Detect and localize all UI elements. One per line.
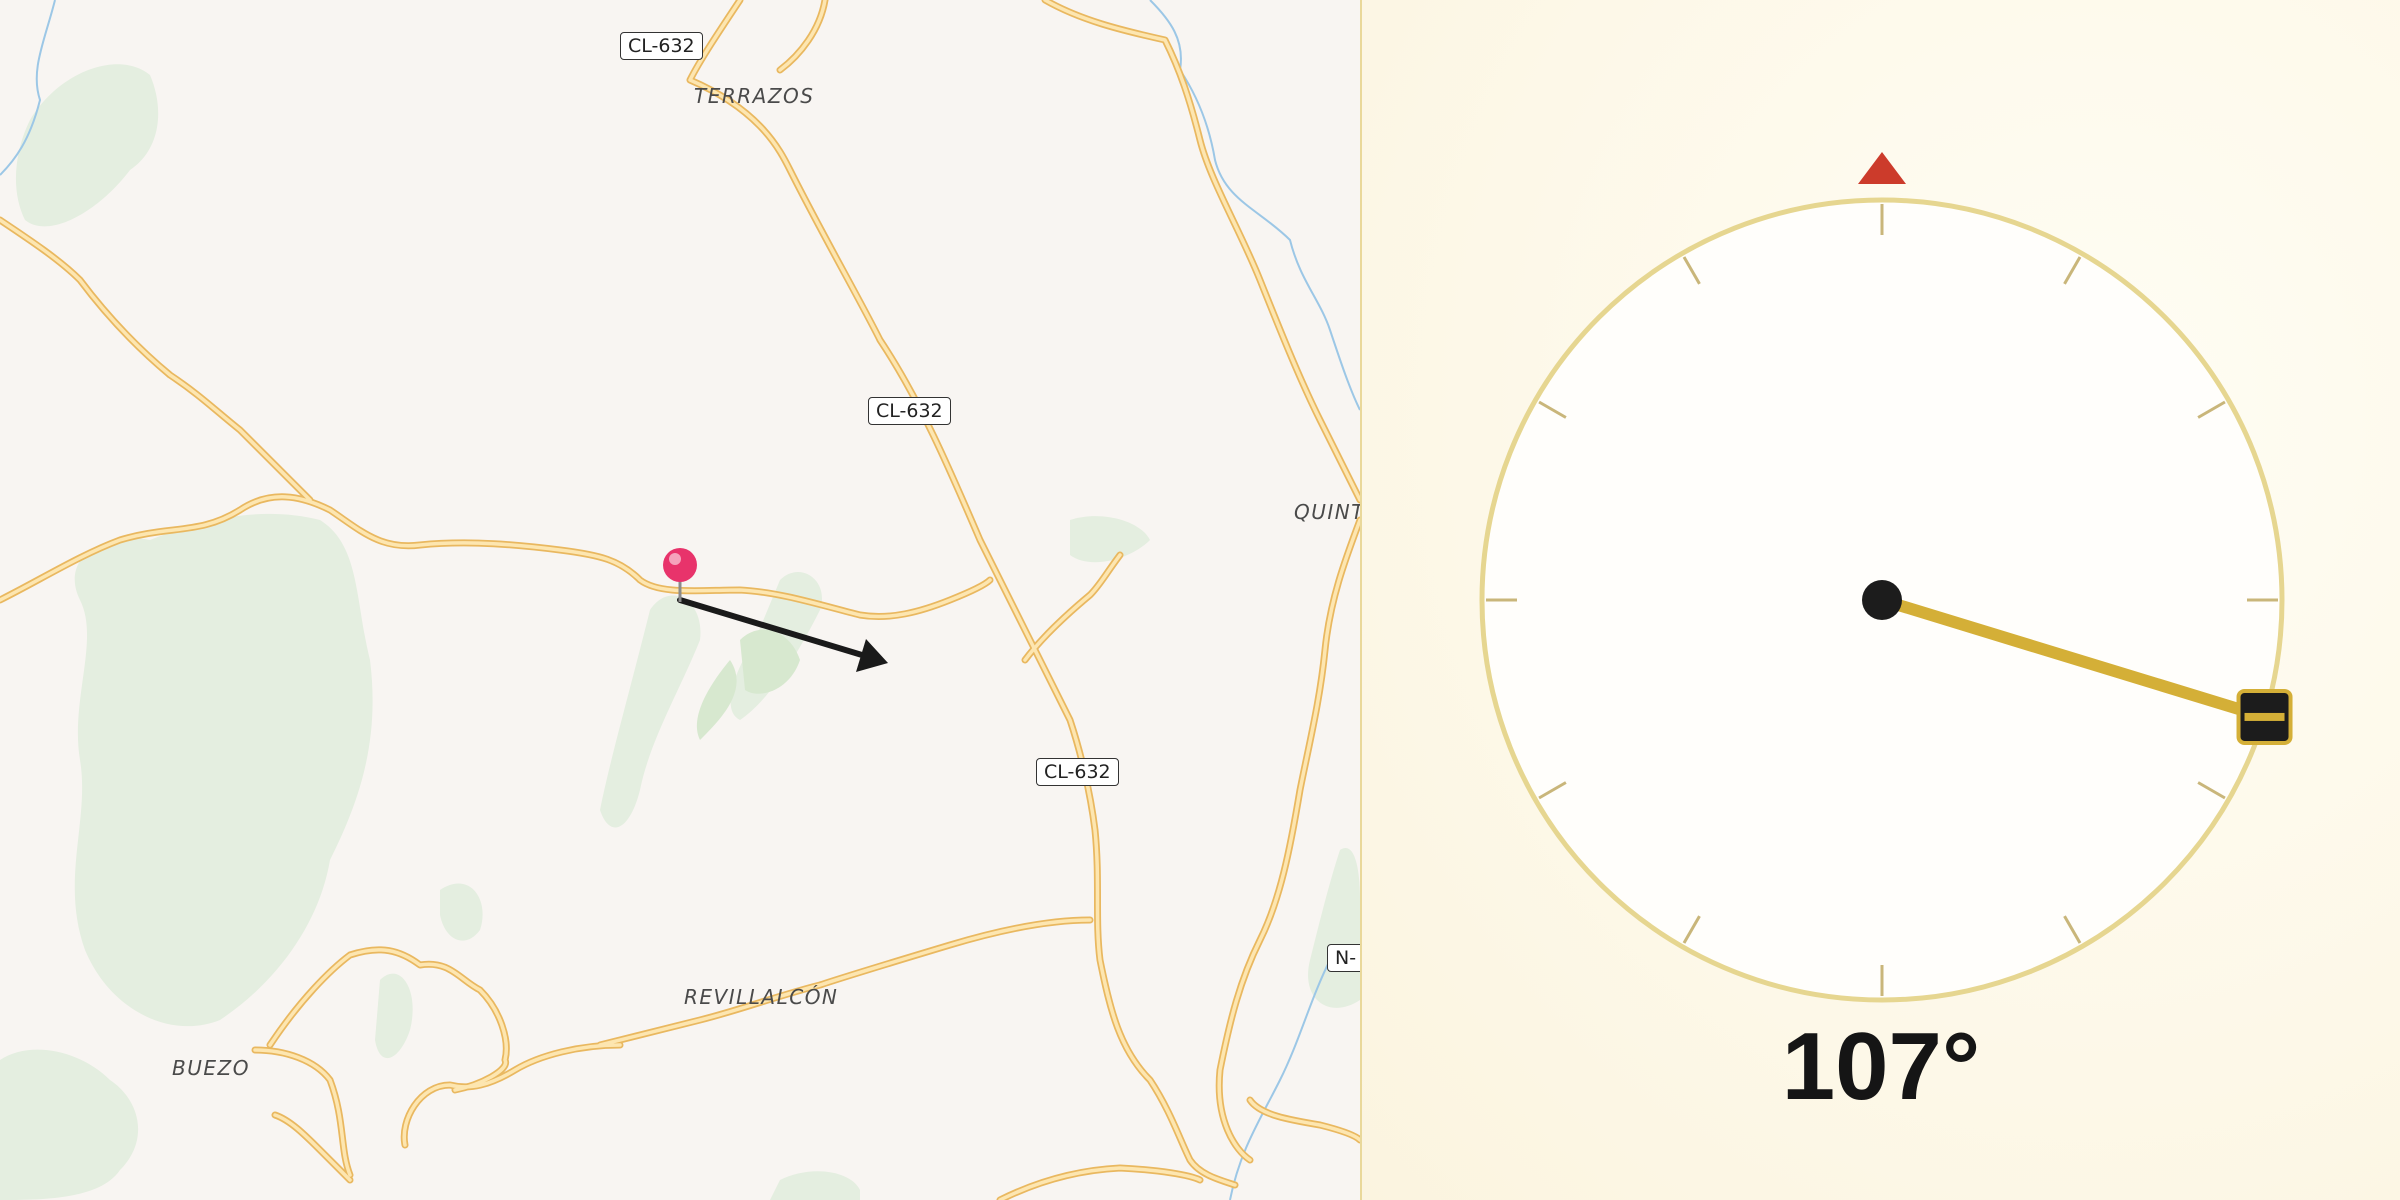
road-shield-cl-632: CL-632 — [868, 397, 951, 425]
place-label-quint: QUINT — [1294, 500, 1360, 524]
needle-pivot — [1862, 580, 1902, 620]
map-canvas[interactable] — [0, 0, 1360, 1200]
place-label-revillalcon: REVILLALCÓN — [684, 985, 839, 1009]
needle-handle-icon[interactable] — [2236, 688, 2293, 745]
road-shield-cl-632: CL-632 — [1036, 758, 1119, 786]
place-label-terrazos: TERRAZOS — [694, 84, 815, 108]
compass-panel: 107° — [1362, 0, 2400, 1200]
road-shield-n: N- — [1327, 944, 1360, 972]
road-shield-cl-632: CL-632 — [620, 32, 703, 60]
place-label-buezo: BUEZO — [172, 1056, 250, 1080]
bearing-readout: 107° — [1781, 1013, 1981, 1120]
map-panel[interactable]: TERRAZOS QUINT REVILLALCÓN BUEZO CL-632 … — [0, 0, 1360, 1200]
park-areas — [696, 629, 800, 740]
vegetation-areas — [0, 64, 1360, 1200]
triangle-icon — [1858, 152, 1906, 184]
